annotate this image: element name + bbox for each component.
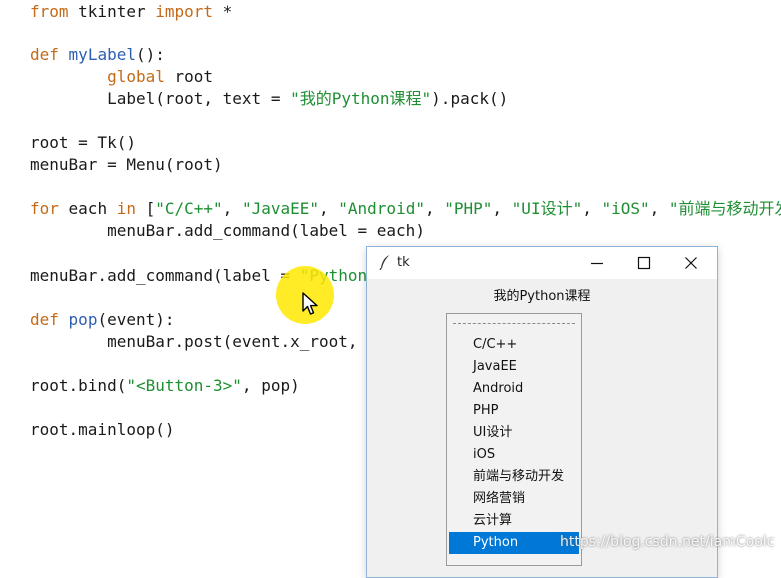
code-line: root.mainloop() (30, 420, 175, 440)
code-line: menuBar.add_command(label = each) (30, 221, 425, 241)
minimize-button[interactable] (582, 251, 612, 275)
menu-item-label: JavaEE (473, 359, 517, 374)
code-token: from (30, 2, 69, 21)
menu-item[interactable]: Android (449, 378, 579, 400)
menu-item-label: UI设计 (473, 425, 513, 440)
code-token: "<Button-3>" (126, 376, 242, 395)
code-token: menuBar = Menu(root) (30, 155, 223, 174)
code-token: (event): (97, 310, 175, 329)
code-token: "前端与移动开发 (668, 199, 781, 218)
menu-item[interactable]: PHP (449, 400, 579, 422)
code-line: def pop(event): (30, 310, 175, 330)
maximize-icon (637, 256, 651, 270)
code-line: root = Tk() (30, 133, 136, 153)
code-token: global (107, 67, 165, 86)
menu-item-label: Python (473, 535, 519, 550)
maximize-button[interactable] (629, 251, 659, 275)
code-token: menuBar.post(event.x_root, e (30, 332, 377, 351)
code-token: ).pack() (431, 89, 509, 108)
code-line: Label(root, text = "我的Python课程").pack() (30, 89, 508, 109)
menu-item-label: 网络营销 (473, 491, 526, 506)
menu-item[interactable]: iOS (449, 444, 579, 466)
code-token: , (222, 199, 242, 218)
menu-item-label: 云计算 (473, 513, 513, 528)
code-token: pop (68, 310, 98, 329)
menu-item[interactable]: C/C++ (449, 334, 579, 356)
close-button[interactable] (676, 251, 706, 275)
code-token: , (649, 199, 669, 218)
menu-item[interactable]: 云计算 (449, 510, 579, 532)
code-token: , (492, 199, 512, 218)
code-line: menuBar.post(event.x_root, e (30, 332, 377, 352)
title-bar[interactable]: tk (367, 247, 717, 279)
code-token: * (213, 2, 233, 21)
window-title: tk (397, 255, 410, 270)
code-token: root.bind( (30, 376, 127, 395)
course-label: 我的Python课程 (493, 289, 591, 304)
menu-item-label: Android (473, 381, 524, 396)
code-token: myLabel (68, 45, 136, 64)
menu-item[interactable]: UI设计 (449, 422, 579, 444)
code-token: menuBar.add_command(label = (30, 266, 300, 285)
code-token: "PHP" (444, 199, 493, 218)
mouse-pointer-icon (302, 292, 318, 315)
code-line: root.bind("<Button-3>", pop) (30, 376, 300, 396)
menu-item[interactable]: JavaEE (449, 356, 579, 378)
code-line: menuBar = Menu(root) (30, 155, 223, 175)
feather-icon (379, 255, 390, 270)
menu-item-label: iOS (473, 447, 496, 462)
watermark: https://blog.csdn.net/iamCoolc (560, 534, 775, 550)
tearoff-line[interactable] (453, 323, 575, 324)
code-token: "Android" (338, 199, 425, 218)
code-line: for each in ["C/C++", "JavaEE", "Android… (30, 199, 781, 219)
code-token: Label(root, text = (30, 89, 291, 108)
code-token: "iOS" (601, 199, 650, 218)
menu-item-label: 前端与移动开发 (473, 469, 565, 484)
code-token: import (155, 2, 214, 21)
code-token: "我的Python课程" (290, 89, 432, 108)
code-token: def (30, 310, 59, 329)
code-line: global root (30, 67, 213, 87)
code-token: in (116, 199, 136, 218)
code-token: root (164, 67, 214, 86)
code-token: , (424, 199, 445, 218)
code-token: , pop) (241, 376, 300, 395)
code-token: menuBar.add_command(label = each) (30, 221, 425, 240)
code-token: root = Tk() (30, 133, 136, 152)
code-token: (): (135, 45, 165, 64)
close-icon (685, 257, 697, 269)
code-token: [ (135, 199, 156, 218)
code-token: tkinter (68, 2, 156, 21)
popup-menu: C/C++ JavaEE Android PHP UI设计 iOS 前端与移动开发 网络营销云… (446, 313, 582, 566)
code-token: , (319, 199, 339, 218)
code-line: from tkinter import * (30, 2, 232, 22)
menu-item[interactable]: 网络营销 (449, 488, 579, 510)
menu-item-label: C/C++ (473, 337, 518, 352)
code-token: "UI设计" (511, 199, 583, 218)
minimize-icon (591, 262, 603, 265)
code-token: , (582, 199, 602, 218)
menu-item[interactable]: 前端与移动开发 (449, 466, 579, 488)
code-line: def myLabel(): (30, 45, 165, 65)
code-token: root.mainloop() (30, 420, 175, 439)
code-token: each (58, 199, 117, 218)
code-token: def (30, 45, 59, 64)
code-token: "JavaEE" (241, 199, 319, 218)
menu-item-label: PHP (473, 403, 499, 418)
code-token: for (30, 199, 59, 218)
code-token: "C/C++" (155, 199, 223, 218)
